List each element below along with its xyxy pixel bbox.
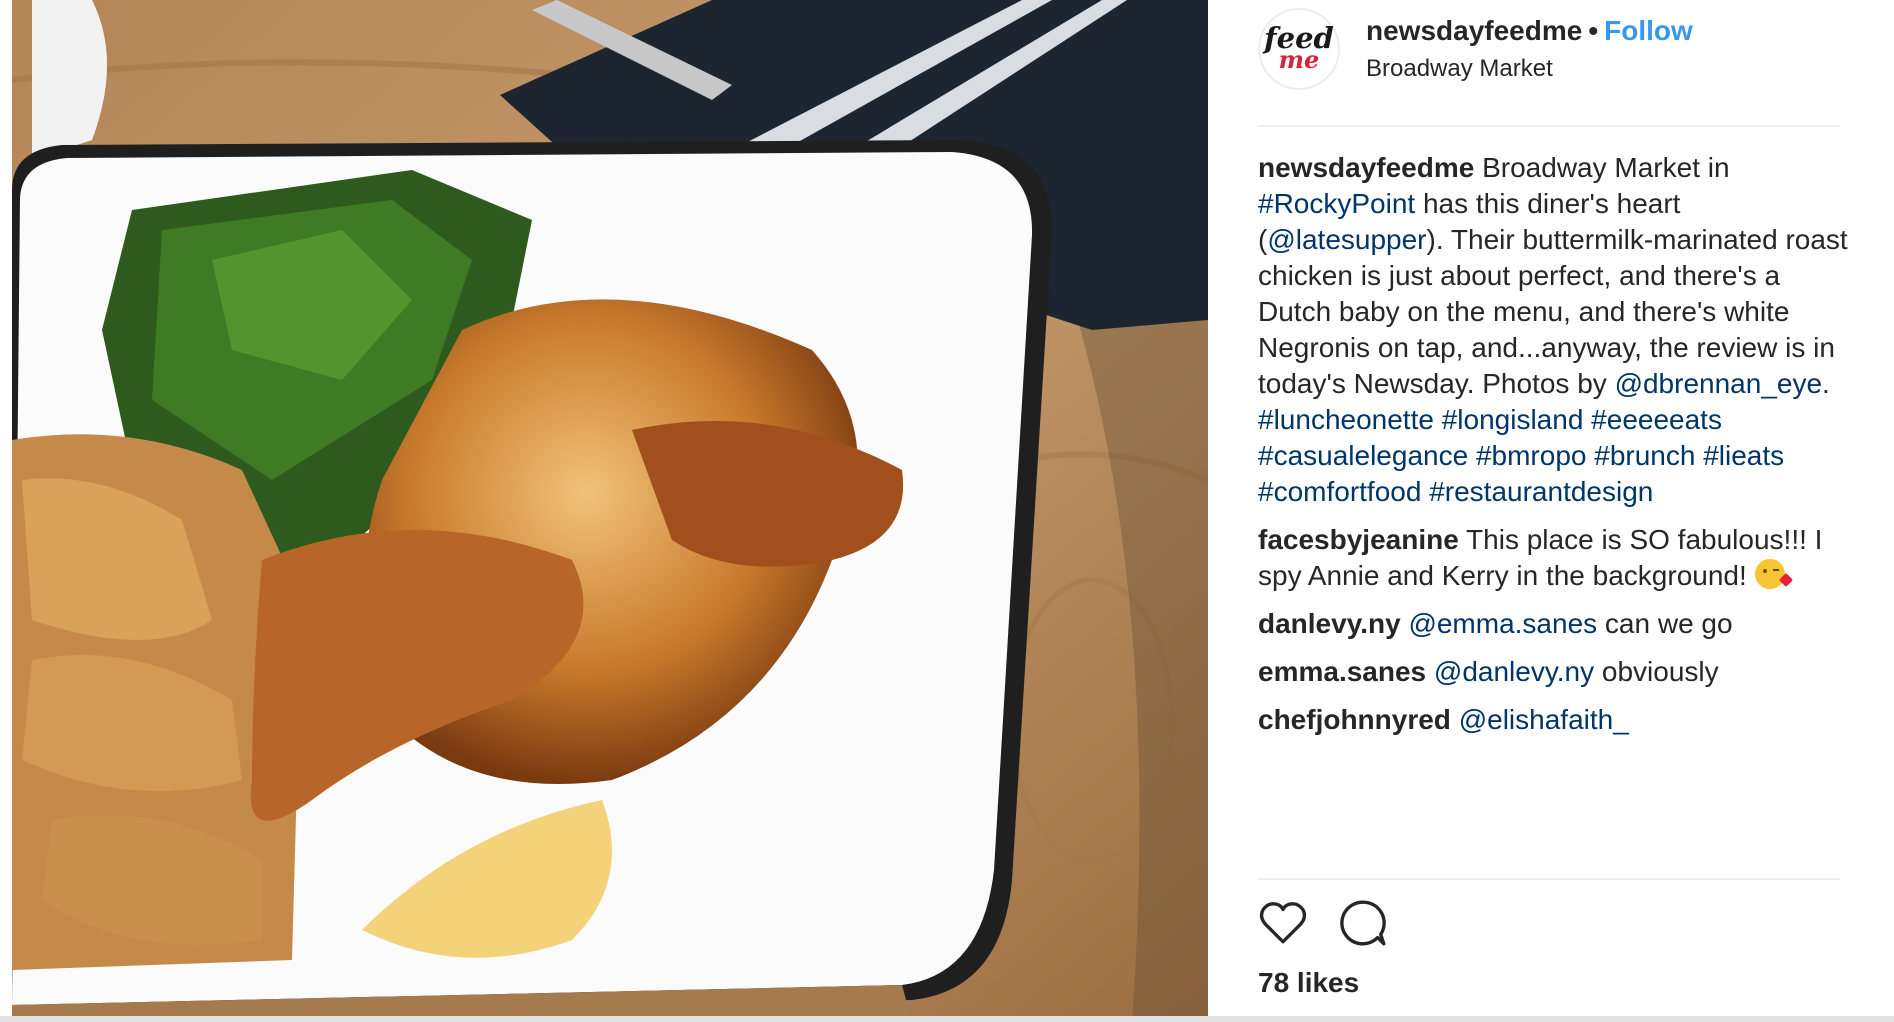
- hashtag-link[interactable]: #restaurantdesign: [1429, 476, 1653, 507]
- header-text: newsdayfeedme • Follow Broadway Market: [1366, 13, 1693, 85]
- comment-item: emma.sanes @danlevy.ny obviously: [1258, 654, 1858, 690]
- post-location[interactable]: Broadway Market: [1366, 53, 1693, 85]
- comments-list: newsdayfeedme Broadway Market in #RockyP…: [1258, 150, 1858, 750]
- post-actions: [1258, 898, 1388, 948]
- mention-link[interactable]: @emma.sanes: [1408, 608, 1597, 639]
- post-details-panel: feed me newsdayfeedme • Follow Broadway Ma…: [1208, 0, 1894, 1022]
- follow-button[interactable]: Follow: [1604, 15, 1693, 46]
- hashtag-link[interactable]: #comfortfood: [1258, 476, 1421, 507]
- post-header: feed me newsdayfeedme • Follow Broadway Ma…: [1258, 8, 1828, 90]
- actions-divider: [1258, 878, 1840, 880]
- caption-text: .: [1822, 368, 1830, 399]
- comment-text: can we go: [1597, 608, 1733, 639]
- comment-username[interactable]: emma.sanes: [1258, 656, 1426, 687]
- left-margin: [0, 0, 12, 1022]
- separator-dot: •: [1588, 15, 1599, 46]
- caption-text: Broadway Market in: [1474, 152, 1730, 183]
- comment-username[interactable]: chefjohnnyred: [1258, 704, 1451, 735]
- hashtag-link[interactable]: #casualelegance: [1258, 440, 1468, 471]
- bottom-edge: [0, 1016, 1894, 1022]
- hashtag-link[interactable]: #lieats: [1703, 440, 1784, 471]
- comment-username[interactable]: facesbyjeanine: [1258, 524, 1459, 555]
- header-divider: [1258, 125, 1840, 127]
- mention-link[interactable]: @dbrennan_eye: [1615, 368, 1822, 399]
- mention-link[interactable]: @latesupper: [1267, 224, 1426, 255]
- heart-icon[interactable]: [1258, 898, 1308, 948]
- hashtag-link[interactable]: #luncheonette: [1258, 404, 1434, 435]
- comment-username[interactable]: danlevy.ny: [1258, 608, 1401, 639]
- kiss-emoji-icon: [1754, 559, 1793, 589]
- caption-username[interactable]: newsdayfeedme: [1258, 152, 1474, 183]
- comment-item: danlevy.ny @emma.sanes can we go: [1258, 606, 1858, 642]
- post-username[interactable]: newsdayfeedme: [1366, 15, 1582, 46]
- hashtag-link[interactable]: #longisland: [1442, 404, 1584, 435]
- hashtag-link[interactable]: #eeeeeats: [1591, 404, 1722, 435]
- header-line: newsdayfeedme • Follow: [1366, 13, 1693, 49]
- like-count[interactable]: 78 likes: [1258, 965, 1359, 1001]
- hashtag-link[interactable]: #RockyPoint: [1258, 188, 1415, 219]
- caption: newsdayfeedme Broadway Market in #RockyP…: [1258, 150, 1858, 510]
- hashtag-link[interactable]: #brunch: [1594, 440, 1695, 471]
- hashtag-link[interactable]: #bmropo: [1476, 440, 1587, 471]
- roast-chicken-photo: [12, 0, 1208, 1022]
- avatar[interactable]: feed me: [1258, 8, 1340, 90]
- comment-icon[interactable]: [1338, 898, 1388, 948]
- comment-text: obviously: [1594, 656, 1719, 687]
- comment-item: chefjohnnyred @elishafaith_: [1258, 702, 1858, 738]
- mention-link[interactable]: @elishafaith_: [1459, 704, 1629, 735]
- avatar-logo: feed me: [1264, 24, 1334, 72]
- mention-link[interactable]: @danlevy.ny: [1434, 656, 1594, 687]
- comment-item: facesbyjeanine This place is SO fabulous…: [1258, 522, 1858, 594]
- post-photo[interactable]: [12, 0, 1208, 1022]
